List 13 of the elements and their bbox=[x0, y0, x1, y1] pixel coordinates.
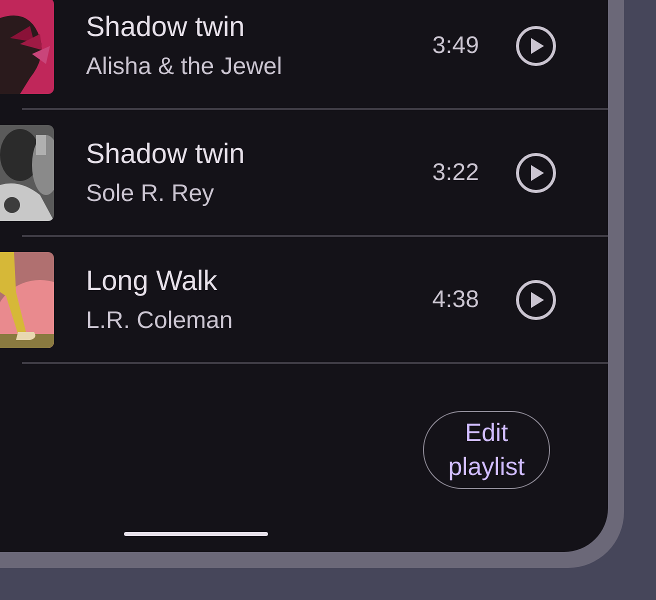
play-icon[interactable] bbox=[515, 152, 557, 194]
track-duration: 3:49 bbox=[432, 30, 479, 60]
artist-name: Alisha & the Jewel bbox=[86, 52, 284, 82]
play-icon[interactable] bbox=[515, 24, 557, 66]
play-icon[interactable] bbox=[515, 278, 557, 320]
track-title: Shadow twin bbox=[86, 136, 246, 170]
edit-playlist-button[interactable]: Edit playlist bbox=[423, 411, 550, 489]
track-title: Shadow twin bbox=[86, 10, 246, 44]
track-duration: 3:22 bbox=[432, 158, 479, 188]
artist-name: L.R. Coleman bbox=[86, 306, 234, 336]
artist-name: Sole R. Rey bbox=[86, 178, 216, 208]
track-duration: 4:38 bbox=[432, 284, 479, 314]
track-title: Long Walk bbox=[86, 264, 218, 298]
